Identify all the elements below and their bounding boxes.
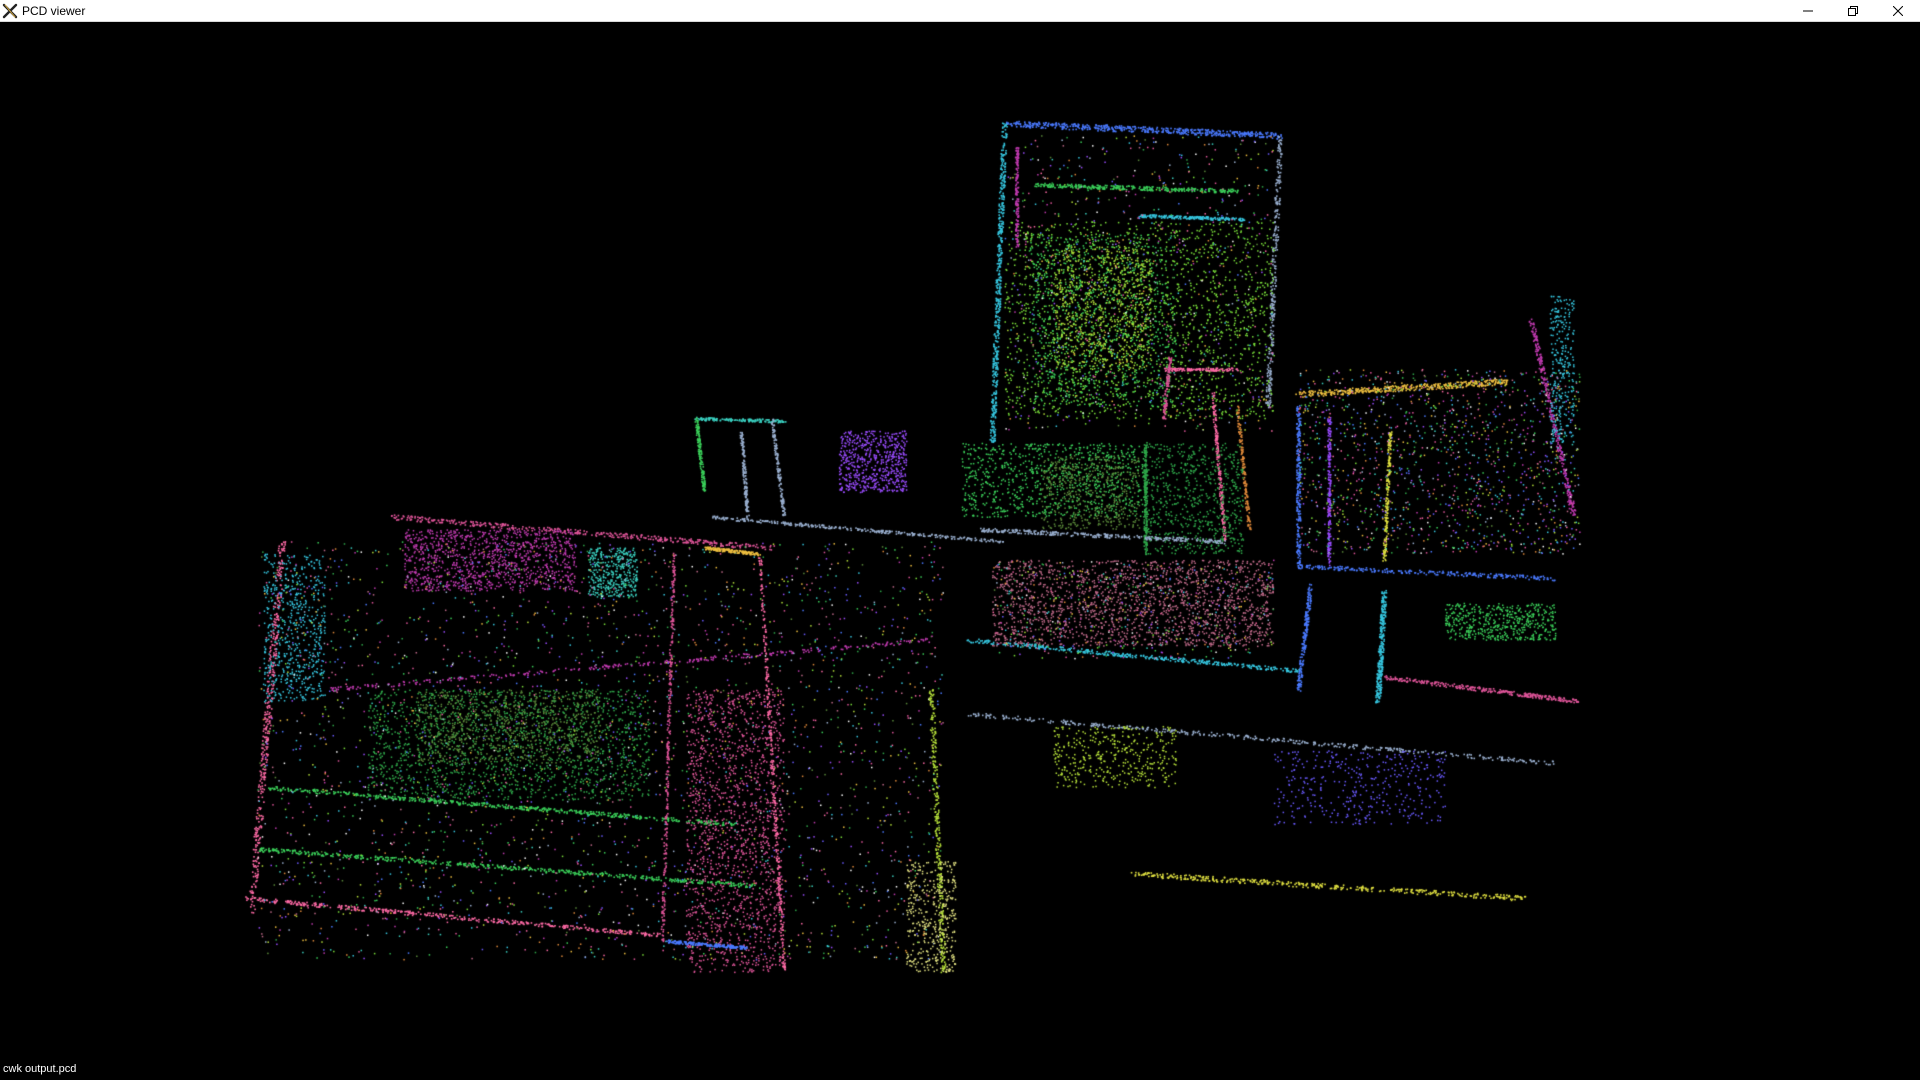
restore-button[interactable]	[1830, 0, 1875, 22]
close-icon	[1892, 6, 1903, 16]
restore-icon	[1847, 6, 1858, 16]
app-logo-icon	[2, 3, 18, 19]
point-cloud-canvas[interactable]	[0, 22, 1920, 1080]
point-cloud-viewport[interactable]: cwk output.pcd	[0, 22, 1920, 1080]
close-button[interactable]	[1875, 0, 1920, 22]
title-bar[interactable]: PCD viewer	[0, 0, 1920, 22]
minimize-button[interactable]	[1785, 0, 1830, 22]
file-name-label: cwk output.pcd	[3, 1063, 77, 1075]
window-controls	[1785, 0, 1920, 22]
minimize-icon	[1802, 6, 1813, 16]
window-title: PCD viewer	[22, 4, 86, 18]
pcd-viewer-window: PCD viewer cwk output.pcd	[0, 0, 1920, 1080]
